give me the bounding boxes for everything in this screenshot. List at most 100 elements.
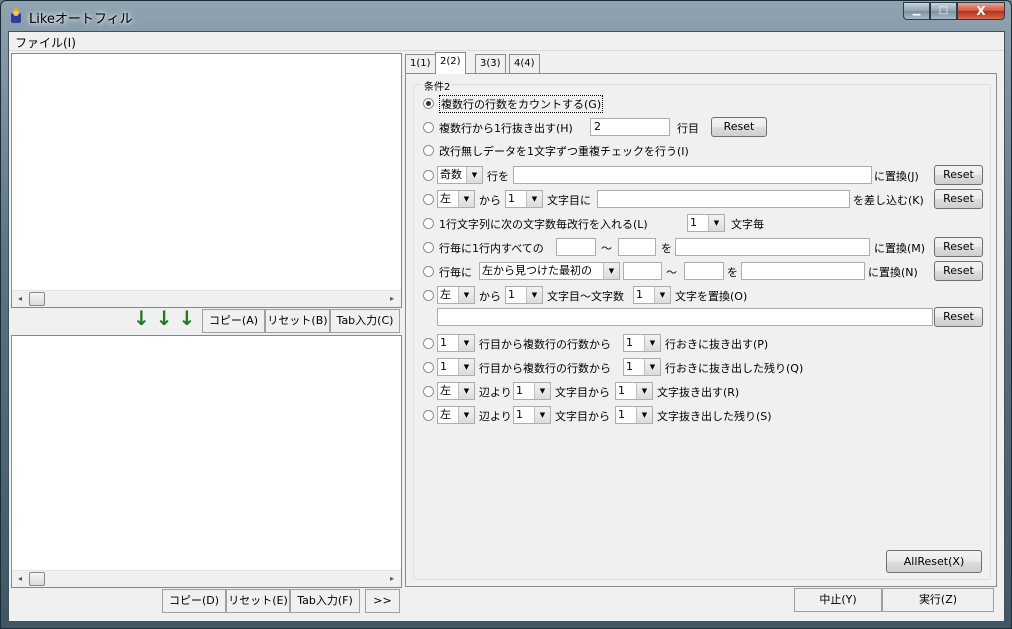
- radio-g[interactable]: [423, 98, 434, 109]
- replace-line-input[interactable]: [513, 166, 872, 184]
- radio-k[interactable]: [423, 194, 434, 205]
- option-l-label[interactable]: 1行文字列に次の文字数毎改行を入れる(L): [439, 216, 648, 232]
- chevron-down-icon[interactable]: ▼: [526, 287, 542, 303]
- chevron-down-icon[interactable]: ▼: [466, 167, 482, 183]
- scroll-left-icon[interactable]: ◂: [13, 573, 27, 585]
- chevron-down-icon[interactable]: ▼: [534, 383, 550, 399]
- side-select[interactable]: 左 ▼: [437, 382, 475, 400]
- scroll-right-icon[interactable]: ▸: [385, 573, 399, 585]
- radio-q[interactable]: [423, 362, 434, 373]
- interval-select[interactable]: 1 ▼: [623, 334, 661, 352]
- tab-4[interactable]: 4(4): [509, 54, 540, 73]
- lower-tab-input-button[interactable]: Tab入力(F): [290, 589, 360, 613]
- insert-text-input[interactable]: [597, 190, 850, 208]
- chevron-down-icon[interactable]: ▼: [708, 215, 724, 231]
- direction-select[interactable]: 左 ▼: [437, 286, 475, 304]
- chevron-down-icon[interactable]: ▼: [458, 335, 474, 351]
- length-select[interactable]: 1 ▼: [633, 286, 671, 304]
- radio-h[interactable]: [423, 122, 434, 133]
- scroll-thumb[interactable]: [29, 292, 45, 306]
- maximize-button[interactable]: □: [930, 2, 957, 20]
- chevron-down-icon[interactable]: ▼: [636, 407, 652, 423]
- start-char-select[interactable]: 1 ▼: [513, 382, 551, 400]
- reset-m-button[interactable]: Reset: [934, 237, 983, 257]
- chevron-down-icon[interactable]: ▼: [534, 407, 550, 423]
- stop-button[interactable]: 中止(Y): [794, 588, 882, 612]
- option-g-label[interactable]: 複数行の行数をカウントする(G): [439, 95, 604, 113]
- tab-3[interactable]: 3(3): [475, 54, 506, 73]
- option-n-label[interactable]: 行毎に: [439, 264, 472, 280]
- start-pos-select[interactable]: 1 ▼: [505, 286, 543, 304]
- run-button[interactable]: 実行(Z): [882, 588, 994, 612]
- find-mode-select[interactable]: 左から見つけた最初の ▼: [479, 262, 620, 280]
- tab-1[interactable]: 1(1): [405, 54, 436, 73]
- scroll-thumb[interactable]: [29, 572, 45, 586]
- scroll-right-icon[interactable]: ▸: [385, 293, 399, 305]
- scroll-left-icon[interactable]: ◂: [13, 293, 27, 305]
- chevron-down-icon[interactable]: ▼: [654, 287, 670, 303]
- radio-m[interactable]: [423, 242, 434, 253]
- range-end-input[interactable]: [618, 238, 656, 256]
- odd-even-select[interactable]: 奇数 ▼: [437, 166, 483, 184]
- radio-s[interactable]: [423, 410, 434, 421]
- start-char-select[interactable]: 1 ▼: [513, 406, 551, 424]
- upper-copy-button[interactable]: コピー(A): [202, 309, 265, 333]
- lower-textarea[interactable]: ◂ ▸: [11, 335, 402, 588]
- chevron-down-icon[interactable]: ▼: [458, 359, 474, 375]
- minimize-button[interactable]: ▁: [903, 2, 930, 20]
- chevron-down-icon[interactable]: ▼: [458, 287, 474, 303]
- find-start-input[interactable]: [623, 262, 662, 280]
- interval-select[interactable]: 1 ▼: [623, 358, 661, 376]
- more-button[interactable]: >>: [365, 589, 400, 613]
- option-m-label[interactable]: 行毎に1行内すべての: [439, 240, 544, 256]
- upper-reset-button[interactable]: リセット(B): [265, 309, 330, 333]
- radio-j[interactable]: [423, 170, 434, 181]
- replace-n-input[interactable]: [741, 262, 865, 280]
- tab-2[interactable]: 2(2): [435, 52, 466, 74]
- reset-j-button[interactable]: Reset: [934, 165, 983, 185]
- chevron-down-icon[interactable]: ▼: [526, 191, 542, 207]
- lower-hscrollbar[interactable]: ◂ ▸: [12, 570, 401, 587]
- menu-file[interactable]: ファイル(I): [15, 34, 76, 51]
- start-line-select[interactable]: 1 ▼: [437, 358, 475, 376]
- reset-n-button[interactable]: Reset: [934, 261, 983, 281]
- side-select[interactable]: 左 ▼: [437, 406, 475, 424]
- reset-k-button[interactable]: Reset: [934, 189, 983, 209]
- find-end-input[interactable]: [684, 262, 724, 280]
- radio-l[interactable]: [423, 218, 434, 229]
- char-count-select[interactable]: 1 ▼: [615, 406, 653, 424]
- upper-hscrollbar[interactable]: ◂ ▸: [12, 290, 401, 307]
- title-bar[interactable]: Likeオートフィル ▁ □ X: [1, 1, 1011, 31]
- position-select[interactable]: 1 ▼: [505, 190, 543, 208]
- option-h-label[interactable]: 複数行から1行抜き出す(H): [439, 120, 573, 136]
- radio-r[interactable]: [423, 386, 434, 397]
- all-reset-button[interactable]: AllReset(X): [886, 550, 982, 573]
- lower-reset-button[interactable]: リセット(E): [226, 589, 290, 613]
- reset-o-button[interactable]: Reset: [934, 307, 983, 327]
- lower-copy-button[interactable]: コピー(D): [162, 589, 226, 613]
- chevron-down-icon[interactable]: ▼: [458, 383, 474, 399]
- chevron-down-icon[interactable]: ▼: [458, 191, 474, 207]
- direction-select[interactable]: 左 ▼: [437, 190, 475, 208]
- range-start-input[interactable]: [556, 238, 596, 256]
- close-button[interactable]: X: [957, 2, 1005, 20]
- option-i-label[interactable]: 改行無しデータを1文字ずつ重複チェックを行う(I): [439, 143, 689, 159]
- radio-o[interactable]: [423, 290, 434, 301]
- replace-m-input[interactable]: [675, 238, 870, 256]
- upper-tab-input-button[interactable]: Tab入力(C): [330, 309, 400, 333]
- radio-n[interactable]: [423, 266, 434, 277]
- replace-o-input[interactable]: [437, 308, 933, 326]
- char-count-select[interactable]: 1 ▼: [687, 214, 725, 232]
- chevron-down-icon[interactable]: ▼: [644, 335, 660, 351]
- radio-p[interactable]: [423, 338, 434, 349]
- radio-i[interactable]: [423, 145, 434, 156]
- reset-h-button[interactable]: Reset: [711, 117, 767, 137]
- start-line-select[interactable]: 1 ▼: [437, 334, 475, 352]
- upper-textarea[interactable]: ◂ ▸: [11, 53, 402, 308]
- line-number-input[interactable]: 2: [590, 118, 670, 136]
- char-count-select[interactable]: 1 ▼: [615, 382, 653, 400]
- chevron-down-icon[interactable]: ▼: [603, 263, 619, 279]
- chevron-down-icon[interactable]: ▼: [644, 359, 660, 375]
- chevron-down-icon[interactable]: ▼: [458, 407, 474, 423]
- chevron-down-icon[interactable]: ▼: [636, 383, 652, 399]
